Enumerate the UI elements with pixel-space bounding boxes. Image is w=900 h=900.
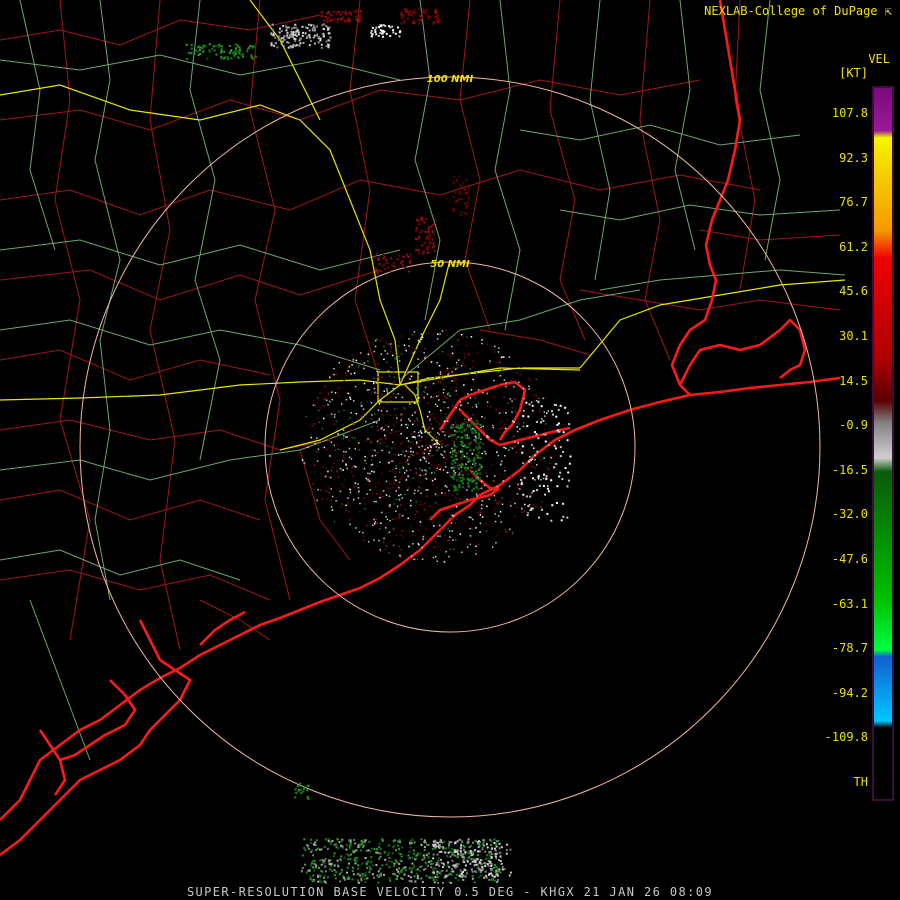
legend-label: -0.9 — [839, 418, 868, 433]
legend-label: TH — [853, 775, 868, 789]
legend-label: -109.8 — [824, 730, 868, 745]
legend-label: 30.1 — [839, 329, 868, 343]
legend-label: 107.8 — [831, 106, 868, 120]
legend-label: 76.7 — [839, 195, 868, 210]
legend-label: -63.1 — [831, 596, 868, 611]
radar-map: 50 NMI 100 NMI — [0, 0, 900, 900]
radar-display: 50 NMI 100 NMI NEXLAB-College of DuPage … — [0, 0, 900, 900]
unit-label: [KT] — [839, 66, 868, 80]
range-ring-label-100: 100 NMI — [427, 74, 474, 85]
credit-text: NEXLAB-College of DuPage ⇱ — [704, 4, 892, 18]
legend-label: -47.6 — [831, 552, 868, 566]
range-ring-label-50: 50 NMI — [430, 259, 470, 270]
legend-label: 92.3 — [839, 150, 868, 165]
credit-label: NEXLAB-College of DuPage — [704, 4, 878, 18]
product-code: VEL — [868, 52, 890, 66]
legend-label: 61.2 — [839, 239, 868, 254]
legend-label: 14.5 — [839, 373, 868, 388]
product-footer: SUPER-RESOLUTION BASE VELOCITY 0.5 DEG -… — [186, 885, 714, 899]
legend-label: -78.7 — [831, 641, 868, 656]
cursor-icon: ⇱ — [884, 4, 892, 18]
legend-label: 45.6 — [839, 284, 868, 299]
legend-label: -32.0 — [831, 507, 868, 522]
legend-label: -94.2 — [831, 685, 868, 700]
color-legend-bar — [872, 86, 894, 801]
legend-label: -16.5 — [831, 462, 868, 477]
